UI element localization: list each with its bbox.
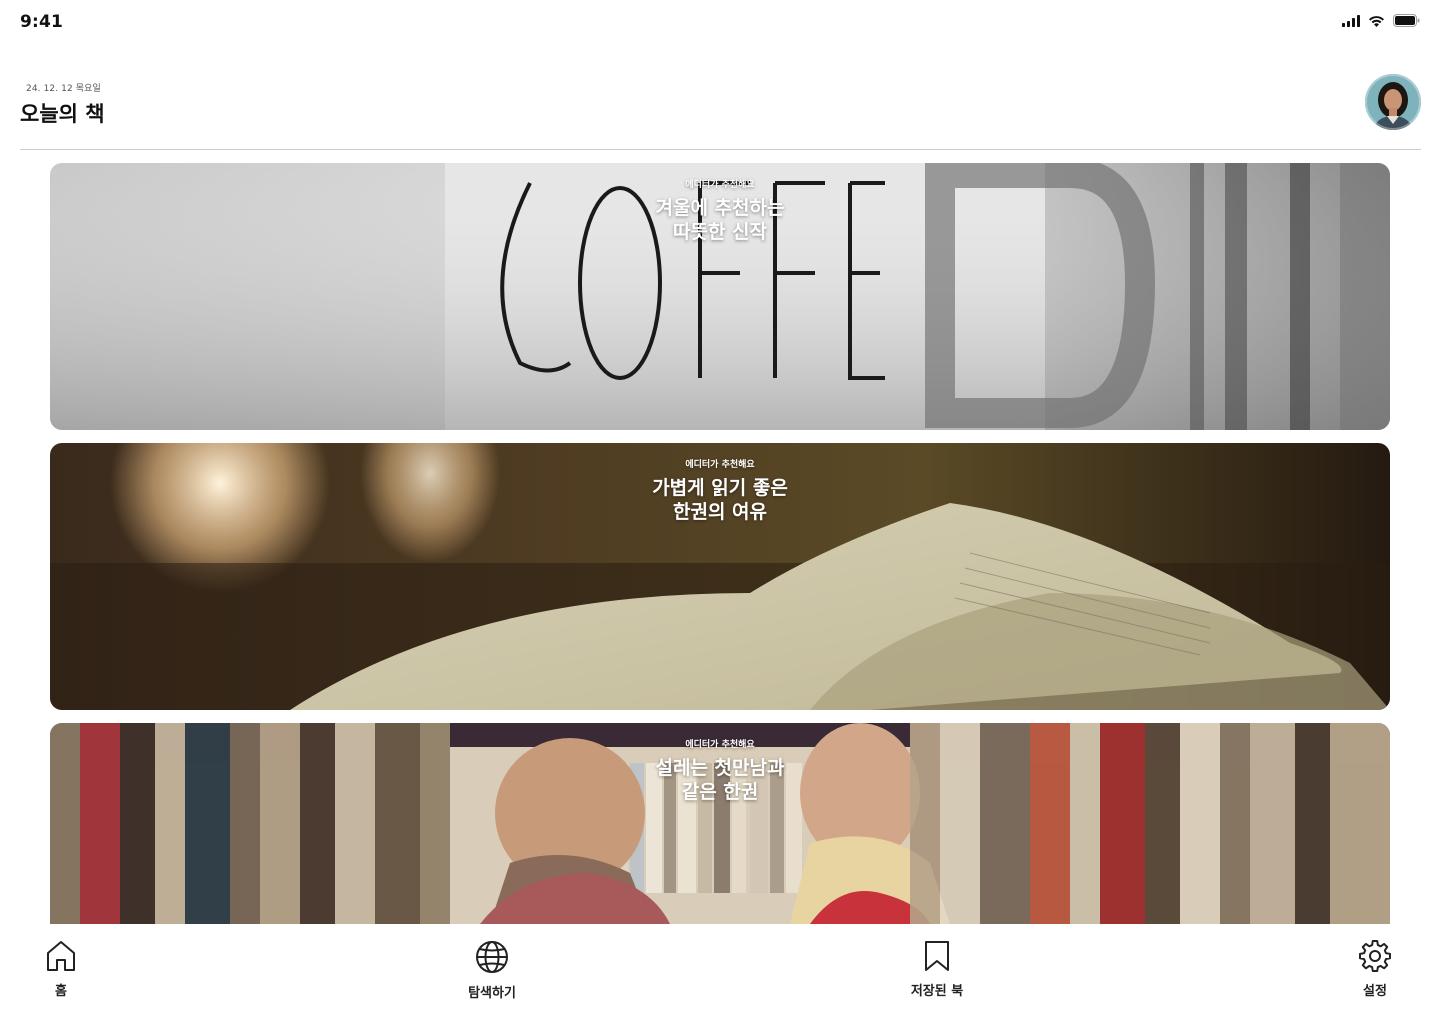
home-icon: [47, 941, 75, 971]
page-title: 오늘의 책: [20, 102, 105, 126]
banner-kicker: 에디터가 추천해요: [685, 460, 755, 470]
bookmark-icon: [925, 941, 949, 971]
banner-title: 겨울에 추천하는 따뜻한 신작: [655, 197, 785, 243]
globe-icon: [476, 941, 508, 973]
tab-home[interactable]: 홈: [1, 940, 121, 999]
banner-kicker: 에디터가 추천해요: [685, 740, 755, 750]
tab-saved[interactable]: 저장된 북: [877, 940, 997, 999]
banner-caption: 에디터가 추천해요 겨울에 추천하는 따뜻한 신작: [50, 177, 1390, 244]
tab-label: 탐색하기: [468, 986, 516, 1001]
tab-label: 홈: [55, 984, 67, 999]
banner-caption: 에디터가 추천해요 설레는 첫만남과 같은 한권: [50, 737, 1390, 804]
tab-bar: 홈 탐색하기 저장된 북 설정: [0, 924, 1440, 1024]
tab-settings[interactable]: 설정: [1315, 940, 1435, 999]
banner-light-reading[interactable]: 에디터가 추천해요 가볍게 읽기 좋은 한권의 여유: [50, 443, 1390, 710]
banner-caption: 에디터가 추천해요 가볍게 읽기 좋은 한권의 여유: [50, 457, 1390, 524]
banner-title: 가볍게 읽기 좋은 한권의 여유: [652, 477, 788, 523]
banner-title: 설레는 첫만남과 같은 한권: [655, 757, 785, 803]
wifi-icon: [1368, 15, 1385, 27]
status-icons: [1342, 14, 1420, 27]
banner-first-meeting[interactable]: 에디터가 추천해요 설레는 첫만남과 같은 한권: [50, 723, 1390, 924]
banner-kicker: 에디터가 추천해요: [685, 180, 755, 190]
battery-icon: [1393, 14, 1420, 27]
date-label: 24. 12. 12 목요일: [26, 84, 101, 94]
cellular-signal-icon: [1342, 14, 1360, 27]
tab-label: 설정: [1363, 984, 1387, 999]
gear-icon: [1359, 940, 1391, 972]
header: 24. 12. 12 목요일 오늘의 책: [20, 74, 1421, 150]
tab-explore[interactable]: 탐색하기: [432, 940, 552, 1001]
status-time: 9:41: [20, 12, 64, 32]
status-bar: 9:41: [0, 0, 1440, 44]
user-avatar-icon: [1365, 74, 1421, 130]
avatar[interactable]: [1365, 74, 1421, 130]
tab-label: 저장된 북: [910, 984, 964, 999]
banner-winter-books[interactable]: 에디터가 추천해요 겨울에 추천하는 따뜻한 신작: [50, 163, 1390, 430]
